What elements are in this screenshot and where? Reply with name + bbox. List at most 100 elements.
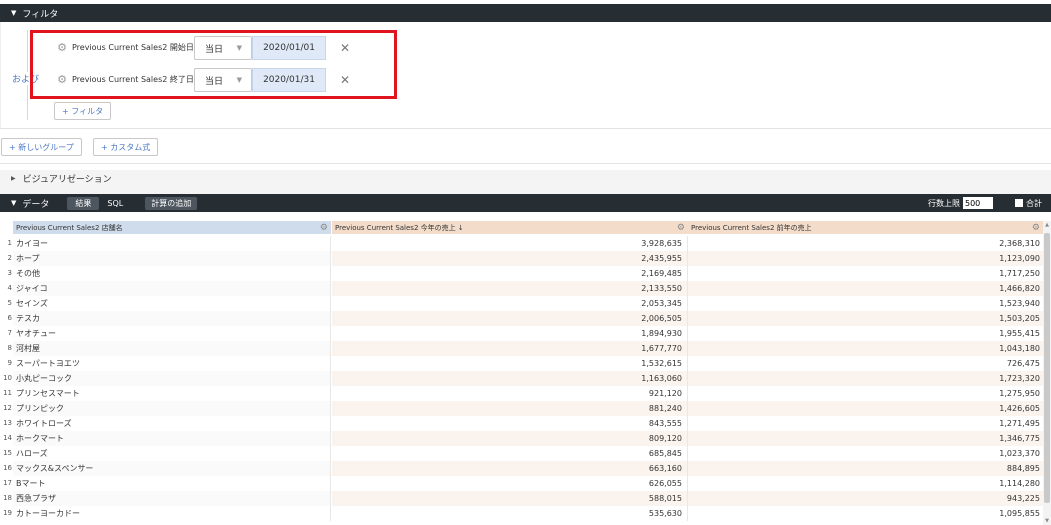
table-row: 12 プリンピック 881,240 1,426,605 xyxy=(0,401,1043,416)
row-limit: 行数上限 xyxy=(928,197,993,209)
column-header-current-sales[interactable]: Previous Current Sales2 今年の売上 ↓ ⚙ xyxy=(332,221,688,234)
data-section-header: ▼ データ 結果 SQL 計算の追加 行数上限 合計 xyxy=(0,194,1051,212)
row-index: 7 xyxy=(7,329,12,337)
cell-previous-sales: 943,225 xyxy=(688,491,1043,506)
table-row: 14 ホークマート 809,120 1,346,775 xyxy=(0,431,1043,446)
cell-store-name: セインズ xyxy=(13,296,331,311)
scroll-down-icon[interactable]: ▼ xyxy=(1043,518,1051,524)
cell-previous-sales: 1,023,370 xyxy=(999,449,1040,458)
row-index: 11 xyxy=(3,389,12,397)
table-row: 15 ハローズ 685,845 1,023,370 xyxy=(0,446,1043,461)
cell-previous-sales: 1,271,495 xyxy=(999,419,1040,428)
cell-store-name: ホープ xyxy=(13,251,331,266)
caret-right-icon: ▶ xyxy=(11,175,16,182)
caret-down-icon: ▼ xyxy=(11,9,17,17)
row-index: 8 xyxy=(7,344,12,352)
row-limit-input[interactable] xyxy=(963,197,993,209)
cell-store-name: 小丸ピーコック xyxy=(13,371,331,386)
table-row: 17 Bマート 626,055 1,114,280 xyxy=(0,476,1043,491)
table-scrollbar[interactable]: ▲ ▼ xyxy=(1043,221,1051,525)
gear-icon[interactable]: ⚙ xyxy=(1032,223,1040,233)
gear-icon[interactable]: ⚙ xyxy=(677,223,685,233)
row-limit-label: 行数上限 xyxy=(928,198,960,208)
scrollbar-thumb[interactable] xyxy=(1044,233,1050,503)
add-filter-button[interactable]: + フィルタ xyxy=(54,102,112,120)
cell-previous-sales: 1,043,180 xyxy=(688,341,1043,356)
cell-previous-sales: 1,114,280 xyxy=(999,479,1040,488)
row-index: 18 xyxy=(3,494,12,502)
column-header-store-name[interactable]: Previous Current Sales2 店舗名 ⚙ xyxy=(13,221,331,234)
cell-current-sales: 1,163,060 xyxy=(332,371,688,386)
cell-store-name: 西急プラザ xyxy=(13,491,331,506)
cell-current-sales: 2,169,485 xyxy=(332,266,688,281)
row-index: 13 xyxy=(3,419,12,427)
cell-previous-sales: 1,717,250 xyxy=(999,269,1040,278)
visualization-section-header[interactable]: ▶ ビジュアリゼーション xyxy=(0,170,1051,187)
custom-expression-button[interactable]: + カスタム式 xyxy=(93,138,159,156)
row-index: 15 xyxy=(3,449,12,457)
results-table: Previous Current Sales2 店舗名 ⚙ Previous C… xyxy=(0,221,1043,525)
cell-current-sales: 921,120 xyxy=(332,386,688,401)
row-index: 3 xyxy=(7,269,12,277)
cell-previous-sales: 2,368,310 xyxy=(999,239,1040,248)
totals-toggle[interactable]: 合計 xyxy=(1015,198,1042,209)
filter-section-header[interactable]: ▼ フィルタ xyxy=(0,4,1051,22)
column-header-previous-sales[interactable]: Previous Current Sales2 前年の売上 ⚙ xyxy=(688,221,1043,234)
cell-store-name: テスカ xyxy=(13,311,331,326)
cell-previous-sales: 1,426,605 xyxy=(688,401,1043,416)
cell-store-name: プリンセスマート xyxy=(13,386,331,401)
row-index: 9 xyxy=(7,359,12,367)
cell-current-sales: 3,928,635 xyxy=(332,236,688,251)
cell-store-name: カイヨー xyxy=(13,236,331,251)
table-row: 2 ホープ 2,435,955 1,123,090 xyxy=(0,251,1043,266)
cell-store-name: Bマート xyxy=(13,476,331,491)
scroll-up-icon[interactable]: ▲ xyxy=(1043,222,1051,228)
row-index: 12 xyxy=(3,404,12,412)
add-calculation-button[interactable]: 計算の追加 xyxy=(145,196,198,210)
row-index: 5 xyxy=(7,299,12,307)
data-section-title[interactable]: データ xyxy=(22,197,49,210)
new-group-button[interactable]: + 新しいグループ xyxy=(1,138,82,156)
table-row: 3 その他 2,169,485 1,717,250 xyxy=(0,266,1043,281)
cell-previous-sales: 726,475 xyxy=(1006,359,1040,368)
cell-store-name: その他 xyxy=(13,266,331,281)
cell-previous-sales: 1,466,820 xyxy=(688,281,1043,296)
cell-store-name: カトーヨーカドー xyxy=(13,506,331,521)
divider xyxy=(0,163,1051,164)
filter-section-title: フィルタ xyxy=(22,9,59,20)
cell-current-sales: 2,133,550 xyxy=(332,281,688,296)
row-index: 2 xyxy=(7,254,12,262)
tab-results[interactable]: 結果 xyxy=(67,196,100,210)
cell-previous-sales: 1,123,090 xyxy=(688,251,1043,266)
cell-store-name: ホークマート xyxy=(13,431,331,446)
cell-current-sales: 2,053,345 xyxy=(332,296,688,311)
totals-checkbox[interactable] xyxy=(1015,199,1023,207)
cell-current-sales: 626,055 xyxy=(332,476,688,491)
cell-previous-sales: 1,723,320 xyxy=(688,371,1043,386)
cell-store-name: ジャイコ xyxy=(13,281,331,296)
cell-current-sales: 663,160 xyxy=(332,461,688,476)
table-row: 10 小丸ピーコック 1,163,060 1,723,320 xyxy=(0,371,1043,386)
cell-current-sales: 843,555 xyxy=(332,416,688,431)
table-row: 9 スーパートヨエツ 1,532,615 726,475 xyxy=(0,356,1043,371)
row-index: 6 xyxy=(7,314,12,322)
table-row: 19 カトーヨーカドー 535,630 1,095,855 xyxy=(0,506,1043,521)
cell-current-sales: 1,677,770 xyxy=(332,341,688,356)
table-row: 18 西急プラザ 588,015 943,225 xyxy=(0,491,1043,506)
table-row: 5 セインズ 2,053,345 1,523,940 xyxy=(0,296,1043,311)
row-index: 19 xyxy=(3,509,12,517)
caret-down-icon[interactable]: ▼ xyxy=(11,199,16,207)
visualization-title: ビジュアリゼーション xyxy=(22,175,112,185)
table-row: 11 プリンセスマート 921,120 1,275,950 xyxy=(0,386,1043,401)
cell-previous-sales: 1,523,940 xyxy=(999,299,1040,308)
tab-sql[interactable]: SQL xyxy=(99,197,131,210)
cell-store-name: ヤオチュー xyxy=(13,326,331,341)
row-index: 16 xyxy=(3,464,12,472)
row-index: 17 xyxy=(3,479,12,487)
highlight-box xyxy=(30,30,397,99)
table-row: 4 ジャイコ 2,133,550 1,466,820 xyxy=(0,281,1043,296)
cell-previous-sales: 1,275,950 xyxy=(999,389,1040,398)
row-index: 14 xyxy=(3,434,12,442)
table-row: 8 河村屋 1,677,770 1,043,180 xyxy=(0,341,1043,356)
gear-icon[interactable]: ⚙ xyxy=(320,223,328,233)
